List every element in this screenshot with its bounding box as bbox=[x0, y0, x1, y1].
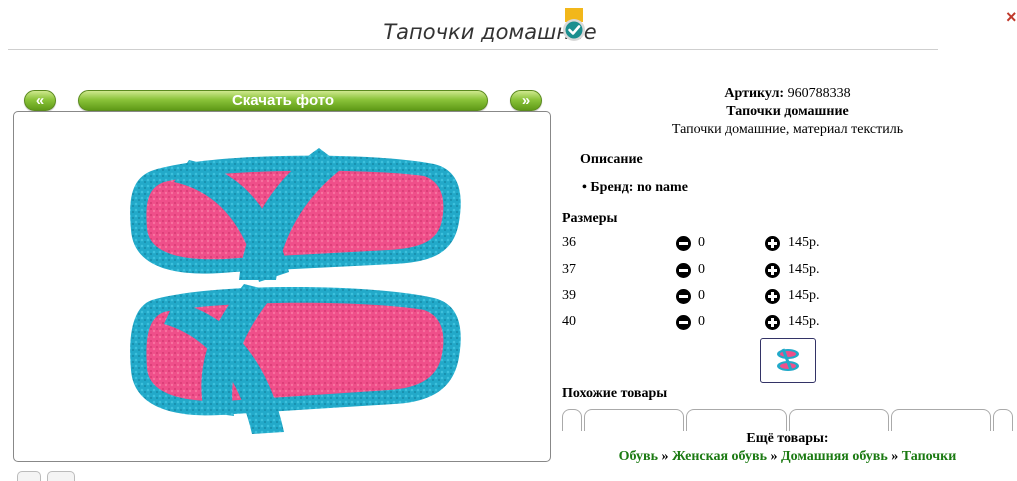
size-row: 36 0 145р. bbox=[562, 235, 1002, 255]
size-label: 37 bbox=[562, 262, 576, 277]
similar-card[interactable] bbox=[686, 409, 787, 431]
size-price: 145р. bbox=[788, 288, 820, 303]
more-products-heading: Ещё товары: bbox=[746, 431, 829, 446]
decrease-qty-icon[interactable] bbox=[676, 289, 691, 304]
breadcrumb-link-shoes[interactable]: Обувь bbox=[619, 449, 658, 464]
breadcrumb-separator: » bbox=[661, 449, 669, 464]
sizes-heading: Размеры bbox=[562, 211, 618, 226]
size-label: 40 bbox=[562, 314, 576, 329]
article-label: Артикул: bbox=[724, 86, 785, 101]
size-qty: 0 bbox=[698, 288, 705, 303]
breadcrumb-separator: » bbox=[891, 449, 899, 464]
photo-thumb-tab[interactable] bbox=[17, 471, 41, 481]
size-label: 39 bbox=[562, 288, 576, 303]
next-photo-button[interactable]: » bbox=[510, 90, 542, 111]
verified-badge-icon bbox=[560, 8, 588, 46]
category-breadcrumb: Обувь » Женская обувь » Домашняя обувь »… bbox=[560, 449, 1015, 465]
decrease-qty-icon[interactable] bbox=[676, 315, 691, 330]
size-row: 37 0 145р. bbox=[562, 262, 1002, 282]
breadcrumb-separator: » bbox=[770, 449, 778, 464]
product-photo bbox=[13, 111, 551, 462]
size-row: 39 0 145р. bbox=[562, 288, 1002, 308]
increase-qty-icon[interactable] bbox=[765, 315, 780, 330]
brand-item: • Бренд: no name bbox=[582, 180, 688, 195]
article-value: 960788338 bbox=[787, 86, 851, 101]
size-price: 145р. bbox=[788, 314, 820, 329]
title-divider bbox=[8, 49, 938, 50]
brand-text: Бренд: no name bbox=[590, 180, 688, 195]
photo-thumb-tab[interactable] bbox=[47, 471, 75, 481]
similar-card[interactable] bbox=[789, 409, 889, 431]
product-thumbnail[interactable] bbox=[760, 338, 816, 383]
size-price: 145р. bbox=[788, 235, 820, 250]
product-name: Тапочки домашние bbox=[726, 104, 849, 119]
size-qty: 0 bbox=[698, 235, 705, 250]
article-line: Артикул: 960788338 bbox=[560, 86, 1015, 102]
decrease-qty-icon[interactable] bbox=[676, 263, 691, 278]
increase-qty-icon[interactable] bbox=[765, 289, 780, 304]
download-photo-button[interactable]: Скачать фото bbox=[78, 90, 488, 111]
increase-qty-icon[interactable] bbox=[765, 236, 780, 251]
size-row: 40 0 145р. bbox=[562, 314, 1002, 334]
increase-qty-icon[interactable] bbox=[765, 263, 780, 278]
description-heading: Описание bbox=[580, 152, 643, 167]
prev-photo-button[interactable]: « bbox=[24, 90, 56, 111]
breadcrumb-link-home-shoes[interactable]: Домашняя обувь bbox=[781, 449, 888, 464]
size-qty: 0 bbox=[698, 262, 705, 277]
similar-card[interactable] bbox=[891, 409, 991, 431]
close-icon[interactable]: × bbox=[1006, 6, 1017, 28]
similar-card[interactable] bbox=[993, 409, 1013, 431]
size-qty: 0 bbox=[698, 314, 705, 329]
page-title: Тапочки домашние bbox=[383, 20, 597, 44]
similar-card[interactable] bbox=[562, 409, 582, 431]
product-short-description: Тапочки домашние, материал текстиль bbox=[671, 122, 904, 137]
similar-card[interactable] bbox=[584, 409, 684, 431]
decrease-qty-icon[interactable] bbox=[676, 236, 691, 251]
size-label: 36 bbox=[562, 235, 576, 250]
similar-heading: Похожие товары bbox=[562, 386, 668, 401]
size-price: 145р. bbox=[788, 262, 820, 277]
breadcrumb-link-womens-shoes[interactable]: Женская обувь bbox=[672, 449, 767, 464]
breadcrumb-link-slippers[interactable]: Тапочки bbox=[902, 449, 957, 464]
